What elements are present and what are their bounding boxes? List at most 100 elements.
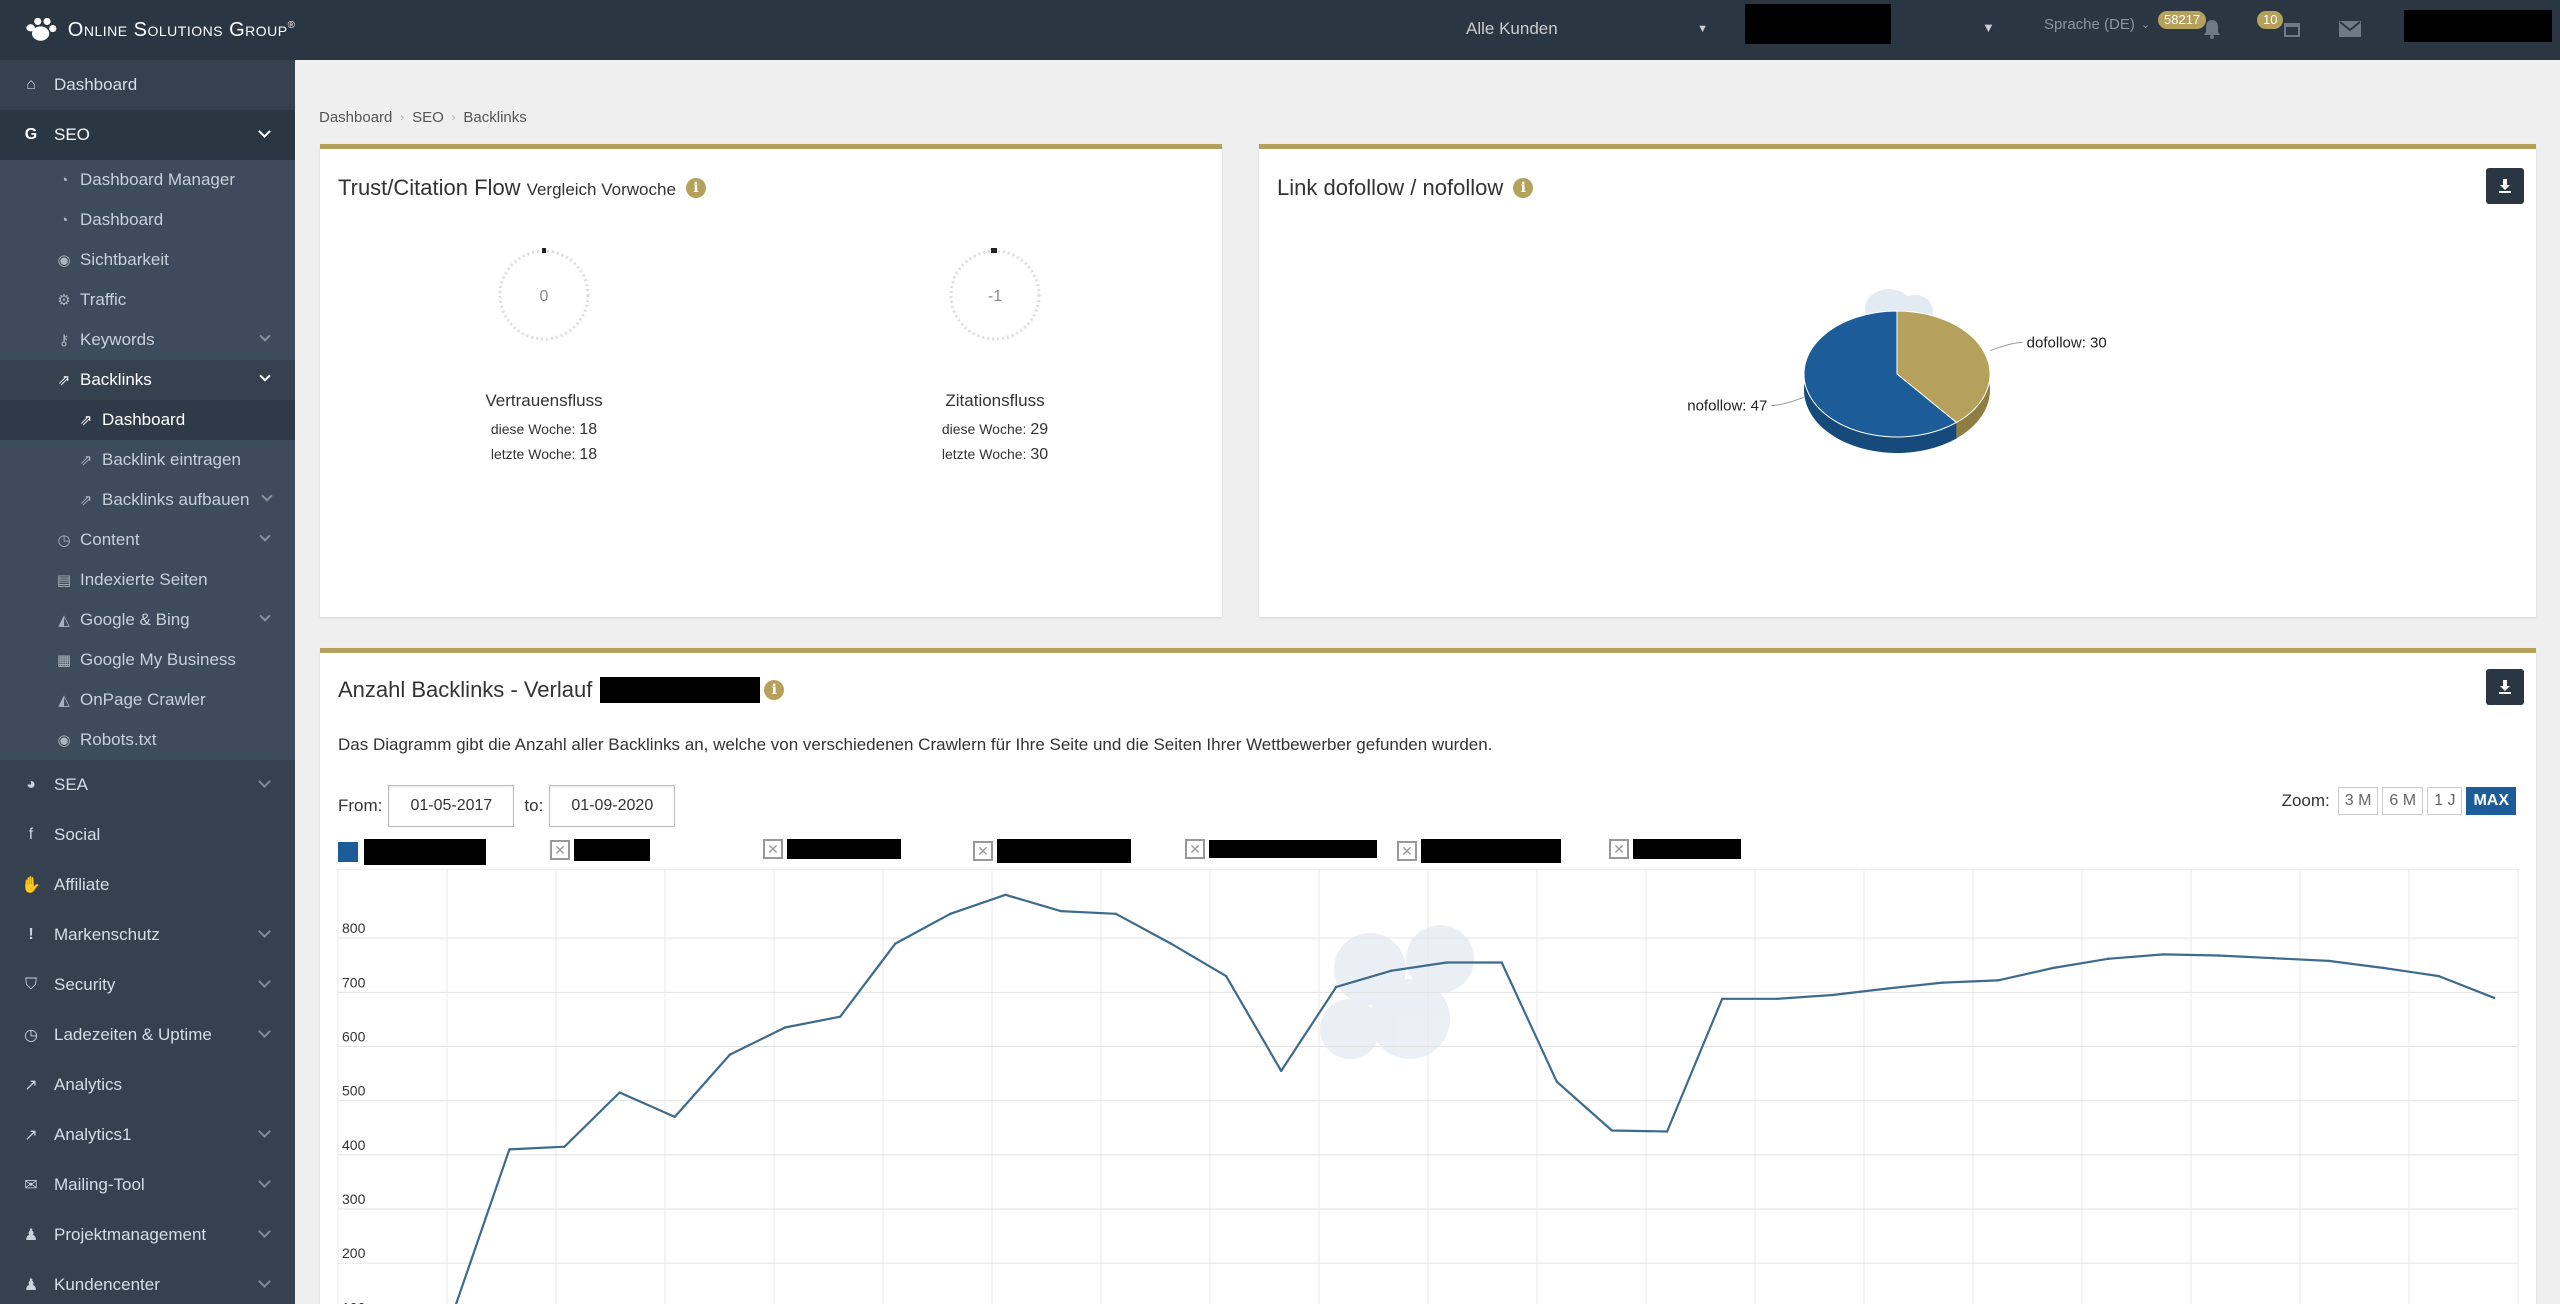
redacted-project-select[interactable] — [1745, 4, 1891, 44]
data-point — [838, 1015, 842, 1018]
trust-flow-gauge: 0 — [498, 248, 590, 341]
clock-icon: ◷ — [57, 532, 71, 549]
sidebar-item-projektmanagement[interactable]: ♟ Projektmanagement — [0, 1210, 295, 1260]
sidebar-item-label: Projektmanagement — [54, 1225, 207, 1244]
data-point — [1059, 909, 1062, 913]
sidebar-item-analytics1[interactable]: ↗ Analytics1 — [0, 1110, 295, 1160]
zoom-max-button[interactable]: MAX — [2466, 787, 2516, 815]
sidebar-subitem-google-my-business[interactable]: ▦ Google My Business — [0, 640, 295, 680]
facebook-icon: f — [28, 826, 34, 843]
sidebar-item-markenschutz[interactable]: ! Markenschutz — [0, 910, 295, 960]
zoom-3m-button[interactable]: 3 M — [2337, 787, 2379, 815]
sidebar-subitem-label: OnPage Crawler — [80, 690, 206, 709]
sidebar-subitem-google-bing[interactable]: ◭ Google & Bing — [0, 600, 295, 640]
citation-flow-gauge: -1 — [949, 248, 1041, 341]
download-button[interactable] — [2486, 669, 2524, 705]
sidebar-subitem-indexierte-seiten[interactable]: ▤ Indexierte Seiten — [0, 560, 295, 600]
sidebar-subitem-dashboard-manager[interactable]: ◔ Dashboard Manager — [0, 160, 295, 200]
legend-series-2[interactable]: ✕ — [550, 839, 650, 861]
sidebar-subitem-sichtbarkeit[interactable]: ◉ Sichtbarkeit — [0, 240, 295, 280]
sidebar-subitem-onpage-crawler[interactable]: ◭ OnPage Crawler — [0, 680, 295, 720]
history-panel-title: Anzahl Backlinks - Verlauf — [338, 677, 593, 702]
file-icon: ▤ — [56, 572, 72, 589]
legend-series-6[interactable]: ✕ — [1397, 839, 1561, 863]
zoom-6m-button[interactable]: 6 M — [2382, 787, 2424, 815]
sidebar-subsubitem-backlink-eintragen[interactable]: ⇗ Backlink eintragen — [0, 440, 295, 480]
data-point — [1776, 997, 1779, 1001]
sidebar-item-label: Analytics — [54, 1075, 123, 1094]
sidebar-subitem-backlinks[interactable]: ⇗ Backlinks — [0, 360, 295, 400]
data-point — [1169, 942, 1173, 945]
y-tick-label: 700 — [342, 974, 366, 990]
external-link-icon: ⇗ — [57, 372, 71, 389]
chart-line-icon: ↗ — [24, 1127, 38, 1144]
brand-logo[interactable]: Online Solutions Group ® — [0, 0, 295, 60]
external-link-icon: ⇗ — [79, 452, 93, 469]
sidebar-item-dashboard[interactable]: ⌂ Dashboard — [0, 60, 295, 110]
to-date-input[interactable]: 01-09-2020 — [549, 785, 676, 827]
sidebar-item-analytics[interactable]: ↗ Analytics — [0, 1060, 295, 1110]
chevron-down-icon[interactable]: ▼ — [1982, 20, 1995, 35]
messages-button[interactable] — [2333, 14, 2367, 44]
data-point — [783, 1026, 787, 1029]
sidebar-item-sea[interactable]: ◕ SEA — [0, 760, 295, 810]
area-chart-icon: ◭ — [58, 612, 70, 629]
date-range: From: 01-05-2017 to: 01-09-2020 — [338, 785, 676, 827]
sidebar-item-security[interactable]: ⛉ Security — [0, 960, 295, 1010]
envelope-icon: ✉ — [24, 1177, 38, 1194]
breadcrumb-item-dashboard[interactable]: Dashboard — [319, 109, 392, 126]
sidebar-subitem-content[interactable]: ◷ Content — [0, 520, 295, 560]
breadcrumb-separator-icon: › — [451, 111, 456, 124]
legend-series-1[interactable] — [338, 839, 486, 865]
sidebar-subsubitem-backlinks-dashboard[interactable]: ⇗ Dashboard — [0, 400, 295, 440]
sidebar-item-seo[interactable]: G SEO — [0, 110, 295, 160]
checkbox-unchecked-icon: ✕ — [973, 841, 993, 861]
breadcrumb-item-backlinks: Backlinks — [463, 109, 527, 126]
sidebar-item-social[interactable]: f Social — [0, 810, 295, 860]
zoom-controls: Zoom: 3 M 6 M 1 J MAX — [2282, 787, 2516, 815]
info-icon[interactable]: i — [764, 680, 785, 700]
sidebar-item-kundencenter[interactable]: ♟ Kundencenter — [0, 1260, 295, 1304]
customer-select-value: Alle Kunden — [1466, 19, 1558, 38]
link-dofollow-panel: Link dofollow / nofollow i dofollow: 30 n… — [1259, 144, 2536, 617]
checkbox-unchecked-icon: ✕ — [763, 839, 783, 859]
sidebar-item-affiliate[interactable]: ✋ Affiliate — [0, 860, 295, 910]
sidebar-subsubitem-backlinks-aufbauen[interactable]: ⇗ Backlinks aufbauen — [0, 480, 295, 520]
chevron-down-icon — [258, 775, 271, 788]
sidebar-item-label: SEA — [54, 775, 89, 794]
legend-series-5[interactable]: ✕ — [1185, 839, 1377, 859]
y-tick-label: 500 — [342, 1083, 366, 1099]
sidebar-item-mailing-tool[interactable]: ✉ Mailing-Tool — [0, 1160, 295, 1210]
sidebar-subitem-label: Keywords — [80, 330, 155, 349]
redacted-user-menu[interactable] — [2404, 10, 2552, 42]
legend-series-3[interactable]: ✕ — [763, 839, 901, 859]
info-icon[interactable]: i — [685, 178, 706, 198]
legend-series-4[interactable]: ✕ — [973, 839, 1131, 863]
top-bar: Online Solutions Group ® Alle Kunden ▼ ▼ … — [0, 0, 2560, 60]
sidebar-subitem-label: Sichtbarkeit — [80, 250, 169, 269]
sidebar-item-ladezeiten[interactable]: ◷ Ladezeiten & Uptime — [0, 1010, 295, 1060]
checkbox-unchecked-icon: ✕ — [1397, 841, 1417, 861]
language-select[interactable]: Sprache (DE) ⌄ — [2044, 16, 2150, 33]
last-week-label: letzte Woche: — [490, 446, 576, 462]
redacted-series-name — [787, 839, 901, 859]
sidebar-subitem-dashboard[interactable]: ◔ Dashboard — [0, 200, 295, 240]
exclamation-icon: ! — [28, 926, 34, 943]
sidebar-subitem-traffic[interactable]: ⚙ Traffic — [0, 280, 295, 320]
language-label: Sprache (DE) — [2044, 16, 2135, 33]
dashboard-icon: ◔ — [59, 211, 69, 229]
trust-citation-panel: Trust/Citation Flow Vergleich Vorwoche i… — [320, 144, 1222, 617]
citation-flow-name: Zitationsfluss — [945, 391, 1045, 410]
customer-select[interactable]: Alle Kunden ▼ — [1466, 14, 1716, 44]
chart-line-icon: ↗ — [24, 1077, 38, 1094]
trust-flow-gauge-value: 0 — [540, 288, 549, 305]
sidebar-subitem-robots-txt[interactable]: ◉ Robots.txt — [0, 720, 295, 760]
breadcrumb-item-seo[interactable]: SEO — [412, 109, 444, 126]
legend-series-7[interactable]: ✕ — [1609, 839, 1741, 859]
citation-flow-stats: Zitationsfluss diese Woche: 29 letzte Wo… — [885, 391, 1105, 467]
chevron-down-icon — [258, 1175, 271, 1188]
sidebar-subitem-keywords[interactable]: ⚷ Keywords — [0, 320, 295, 360]
checkbox-unchecked-icon: ✕ — [550, 840, 570, 860]
zoom-1j-button[interactable]: 1 J — [2427, 787, 2463, 815]
from-date-input[interactable]: 01-05-2017 — [388, 785, 515, 827]
